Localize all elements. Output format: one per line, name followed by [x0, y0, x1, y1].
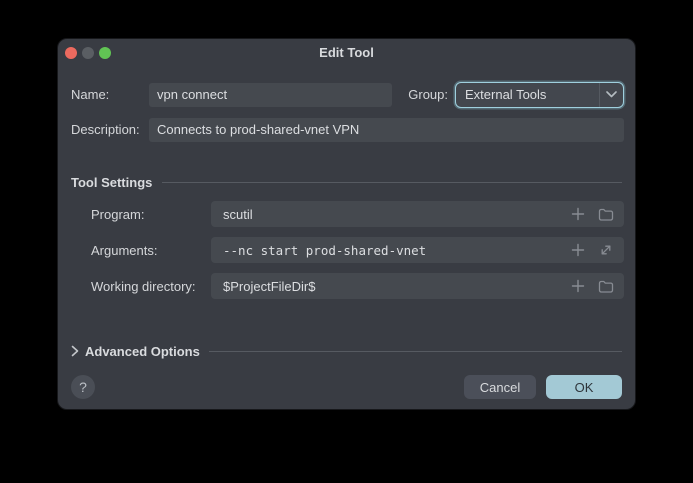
- plus-icon[interactable]: [570, 242, 586, 258]
- group-combobox[interactable]: External Tools: [455, 81, 624, 108]
- cancel-button[interactable]: Cancel: [464, 375, 536, 399]
- working-directory-value: $ProjectFileDir$: [223, 278, 316, 294]
- plus-icon[interactable]: [570, 278, 586, 294]
- name-value: vpn connect: [157, 87, 228, 102]
- arguments-value: --nc start prod-shared-vnet: [223, 242, 427, 258]
- description-label: Description:: [71, 122, 140, 137]
- arguments-field-actions: [570, 242, 624, 258]
- description-input[interactable]: Connects to prod-shared-vnet VPN: [149, 117, 624, 142]
- program-field-actions: [570, 206, 624, 222]
- name-input[interactable]: vpn connect: [149, 82, 392, 107]
- edit-tool-dialog: Edit Tool Name: vpn connect Group: Exter…: [57, 38, 636, 410]
- program-label: Program:: [91, 206, 145, 222]
- help-button[interactable]: ?: [71, 375, 95, 399]
- screen-background: Edit Tool Name: vpn connect Group: Exter…: [0, 0, 693, 483]
- advanced-options-toggle[interactable]: Advanced Options: [71, 342, 622, 360]
- working-directory-input[interactable]: $ProjectFileDir$: [211, 273, 624, 299]
- tool-settings-section: Tool Settings: [71, 173, 622, 191]
- chevron-right-icon[interactable]: [71, 345, 79, 357]
- name-group-row: Name: vpn connect Group: External Tools: [71, 81, 624, 108]
- arguments-label: Arguments:: [91, 242, 158, 258]
- chevron-down-icon[interactable]: [599, 82, 623, 107]
- plus-icon[interactable]: [570, 206, 586, 222]
- folder-icon[interactable]: [598, 278, 614, 294]
- working-directory-label: Working directory:: [91, 278, 196, 294]
- group-selected-value: External Tools: [465, 87, 547, 102]
- working-directory-field-actions: [570, 278, 624, 294]
- expand-icon[interactable]: [598, 242, 614, 258]
- program-input[interactable]: scutil: [211, 201, 624, 227]
- description-value: Connects to prod-shared-vnet VPN: [157, 122, 360, 137]
- arguments-input[interactable]: --nc start prod-shared-vnet: [211, 237, 624, 263]
- arguments-row: Arguments: --nc start prod-shared-vnet: [91, 237, 624, 263]
- program-row: Program: scutil: [91, 201, 624, 227]
- name-label: Name:: [71, 87, 110, 102]
- group-label: Group:: [408, 87, 448, 102]
- advanced-options-label[interactable]: Advanced Options: [85, 344, 200, 359]
- working-directory-row: Working directory: $ProjectFileDir$: [91, 273, 624, 299]
- program-value: scutil: [223, 206, 253, 222]
- description-row: Description: Connects to prod-shared-vne…: [71, 117, 624, 142]
- section-divider: [162, 181, 622, 183]
- dialog-title: Edit Tool: [319, 45, 374, 60]
- dialog-footer: ? Cancel OK: [71, 375, 622, 399]
- tool-settings-header: Tool Settings: [71, 174, 153, 190]
- section-divider: [208, 350, 622, 352]
- title-bar: Edit Tool: [58, 39, 635, 67]
- folder-icon[interactable]: [598, 206, 614, 222]
- ok-button[interactable]: OK: [546, 375, 622, 399]
